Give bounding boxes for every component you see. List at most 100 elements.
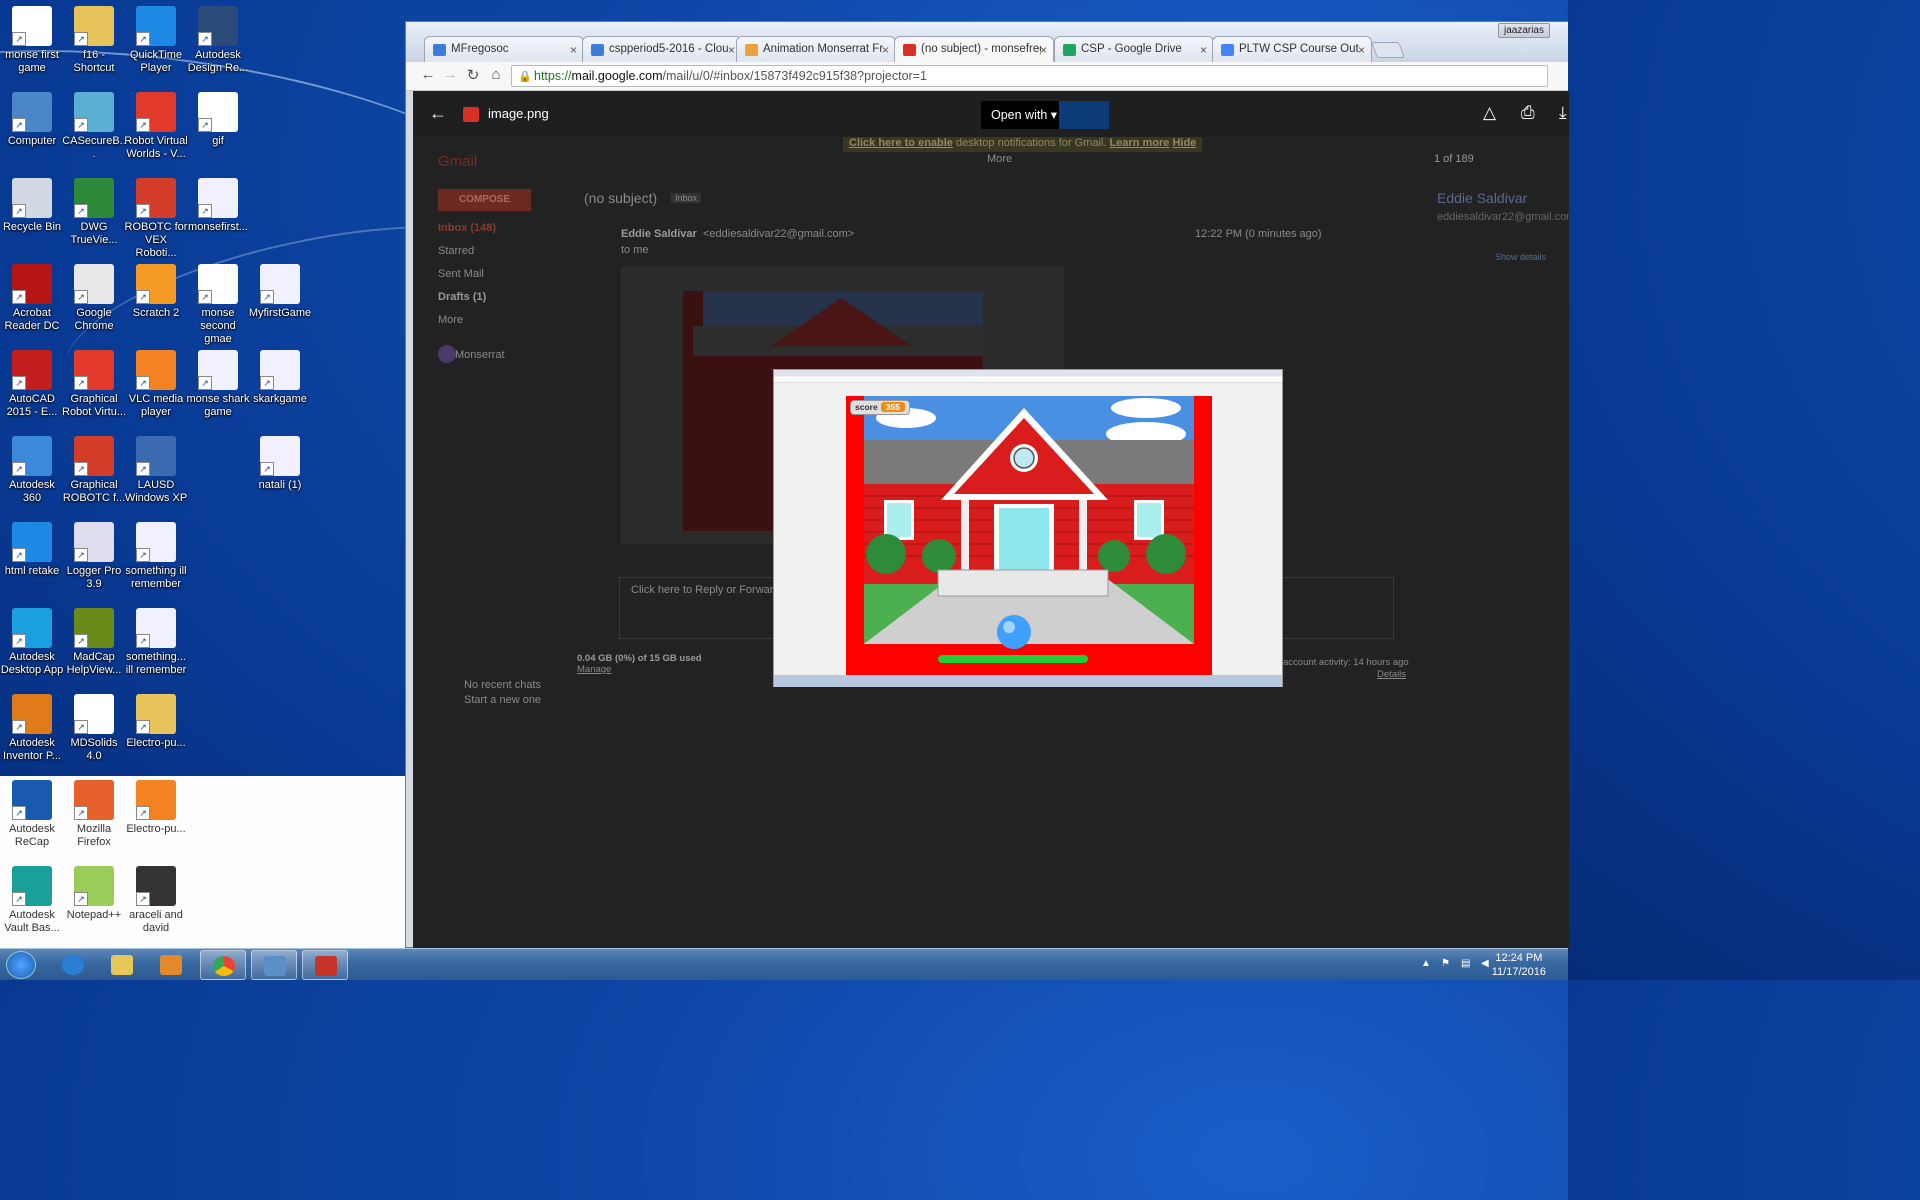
desktop-icon[interactable]: MDSolids 4.0 <box>62 694 126 763</box>
manage-link[interactable]: Manage <box>577 664 611 675</box>
desktop-icon[interactable]: Logger Pro 3.9 <box>62 522 126 591</box>
details-link[interactable]: Details <box>1377 669 1406 680</box>
taskbar-photo-viewer[interactable] <box>251 950 297 980</box>
desktop-icon[interactable]: Graphical Robot Virtu... <box>62 350 126 419</box>
tab-close-icon[interactable]: × <box>728 43 735 57</box>
start-button[interactable] <box>6 951 36 979</box>
learn-more-link[interactable]: Learn more <box>1109 137 1169 149</box>
desktop-icon[interactable]: MadCap HelpView... <box>62 608 126 677</box>
desktop-icon[interactable]: natali (1) <box>248 436 312 492</box>
browser-tab[interactable]: Animation Monserrat Fre × <box>736 36 896 62</box>
desktop-icon-label: monse second gmae <box>200 307 236 345</box>
compose-button[interactable]: COMPOSE <box>438 189 531 211</box>
desktop-icon[interactable]: DWG TrueVie... <box>62 178 126 247</box>
reload-icon[interactable]: ↻ <box>463 66 483 84</box>
flag-icon[interactable]: ⚑ <box>1441 958 1453 970</box>
side-contact-name[interactable]: Eddie Saldivar <box>1437 190 1527 206</box>
desktop-icon[interactable]: Acrobat Reader DC <box>0 264 64 333</box>
taskbar-explorer[interactable] <box>99 950 145 980</box>
desktop-icon[interactable]: Graphical ROBOTC f... <box>62 436 126 505</box>
browser-tab[interactable]: cspperiod5-2016 - Cloud × <box>582 36 742 62</box>
desktop-icon[interactable]: f16 - Shortcut <box>62 6 126 75</box>
search-button[interactable] <box>1059 101 1109 129</box>
add-to-drive-icon[interactable]: △ <box>1483 103 1496 123</box>
browser-tab[interactable]: PLTW CSP Course Outlin × <box>1212 36 1372 62</box>
desktop-icon[interactable]: Robot Virtual Worlds - V... <box>124 92 188 161</box>
recipient[interactable]: to me <box>621 244 649 256</box>
network-icon[interactable]: ▤ <box>1461 958 1473 970</box>
desktop-icon[interactable]: araceli and david <box>124 866 188 935</box>
gmail-nav-item[interactable]: Inbox (148) <box>438 222 496 234</box>
desktop-icon[interactable]: MyfirstGame <box>248 264 312 320</box>
desktop-icon[interactable]: QuickTime Player <box>124 6 188 75</box>
gmail-nav-item[interactable]: More <box>438 314 463 326</box>
open-with-button[interactable]: Open with ▾ <box>981 101 1068 129</box>
taskbar-media[interactable] <box>148 950 194 980</box>
gmail-nav-item[interactable]: Drafts (1) <box>438 291 486 303</box>
tab-close-icon[interactable]: × <box>570 43 577 57</box>
forward-icon[interactable]: → <box>440 66 460 83</box>
address-bar[interactable]: 🔒 https://mail.google.com/mail/u/0/#inbo… <box>511 65 1548 87</box>
desktop-icon[interactable]: AutoCAD 2015 - E... <box>0 350 64 419</box>
gmail-nav-item[interactable]: Sent Mail <box>438 268 484 280</box>
clock[interactable]: 12:24 PM 11/17/2016 <box>1492 951 1546 979</box>
desktop-icon[interactable]: Autodesk Design Re... <box>186 6 250 75</box>
inbox-label[interactable]: Inbox <box>671 193 702 203</box>
tab-close-icon[interactable]: × <box>1200 43 1207 57</box>
desktop-icon[interactable]: Google Chrome <box>62 264 126 333</box>
taskbar-snipping[interactable] <box>302 950 348 980</box>
desktop-icon[interactable]: Autodesk Vault Bas... <box>0 866 64 935</box>
desktop-icon[interactable]: CASecureB... <box>62 92 126 161</box>
download-icon[interactable]: ⤓ <box>1559 103 1567 123</box>
desktop-icon[interactable]: ROBOTC for VEX Roboti... <box>124 178 188 260</box>
desktop-icon[interactable]: VLC media player <box>124 350 188 419</box>
more-button[interactable]: More <box>987 153 1012 165</box>
desktop-icon[interactable]: Notepad++ <box>62 866 126 922</box>
browser-tab[interactable]: MFregosoc × <box>424 36 584 62</box>
show-details-link[interactable]: Show details <box>1495 252 1546 262</box>
desktop-icon[interactable]: Autodesk 360 <box>0 436 64 505</box>
desktop-icon[interactable]: LAUSD Windows XP <box>124 436 188 505</box>
desktop-icon[interactable]: Autodesk Desktop App <box>0 608 64 677</box>
browser-tab[interactable]: CSP - Google Drive × <box>1054 36 1214 62</box>
tab-close-icon[interactable]: × <box>1040 43 1047 57</box>
desktop-icon-label: Computer <box>7 135 57 147</box>
desktop-icon[interactable]: Autodesk Inventor P... <box>0 694 64 763</box>
desktop-icon[interactable]: monse first game <box>0 6 64 75</box>
desktop-icon[interactable]: Electro-pu... <box>124 780 188 836</box>
desktop-icon[interactable]: something ill remember <box>124 522 188 591</box>
taskbar-ie[interactable] <box>50 950 96 980</box>
taskbar-chrome[interactable] <box>200 950 246 980</box>
new-tab-button[interactable] <box>1371 42 1405 58</box>
desktop-icon[interactable]: Autodesk ReCap <box>0 780 64 849</box>
desktop-icon[interactable]: gif <box>186 92 250 148</box>
desktop-icon[interactable]: Scratch 2 <box>124 264 188 320</box>
desktop-icon[interactable]: Recycle Bin <box>0 178 64 234</box>
desktop-icon[interactable]: html retake <box>0 522 64 578</box>
desktop-icon[interactable]: Computer <box>0 92 64 148</box>
start-chat-link[interactable]: Start a new one <box>464 694 541 706</box>
profile-button[interactable]: jaazarias <box>1497 23 1550 38</box>
chat-contact[interactable]: Monserrat <box>455 349 505 361</box>
reply-hint[interactable]: Click here to Reply or Forward <box>631 584 780 596</box>
home-icon[interactable]: ⌂ <box>486 66 506 83</box>
desktop-icon[interactable]: Mozilla Firefox <box>62 780 126 849</box>
tab-close-icon[interactable]: × <box>882 43 889 57</box>
back-icon[interactable]: ← <box>418 66 438 83</box>
tray-arrow-icon[interactable]: ▲ <box>1421 958 1433 970</box>
gmail-nav-item[interactable]: Starred <box>438 245 474 257</box>
enable-notifications-link[interactable]: Click here to enable <box>849 137 953 149</box>
print-icon[interactable]: ⎙ <box>1521 103 1535 123</box>
desktop-icon[interactable]: monsefirst... <box>186 178 250 234</box>
desktop-icon[interactable]: monse shark game <box>186 350 250 419</box>
tab-close-icon[interactable]: × <box>1358 43 1365 57</box>
desktop-icon[interactable]: monse second gmae <box>186 264 250 346</box>
hide-link[interactable]: Hide <box>1172 137 1196 149</box>
browser-tab[interactable]: (no subject) - monsefreg × <box>894 36 1054 63</box>
back-arrow-icon[interactable]: ← <box>429 103 447 124</box>
gmail-logo[interactable]: Gmail <box>438 153 477 170</box>
desktop-icon-label: natali (1) <box>258 479 302 491</box>
desktop-icon[interactable]: something... ill remember <box>124 608 188 677</box>
desktop-icon[interactable]: skarkgame <box>248 350 312 406</box>
desktop-icon[interactable]: Electro-pu... <box>124 694 188 750</box>
